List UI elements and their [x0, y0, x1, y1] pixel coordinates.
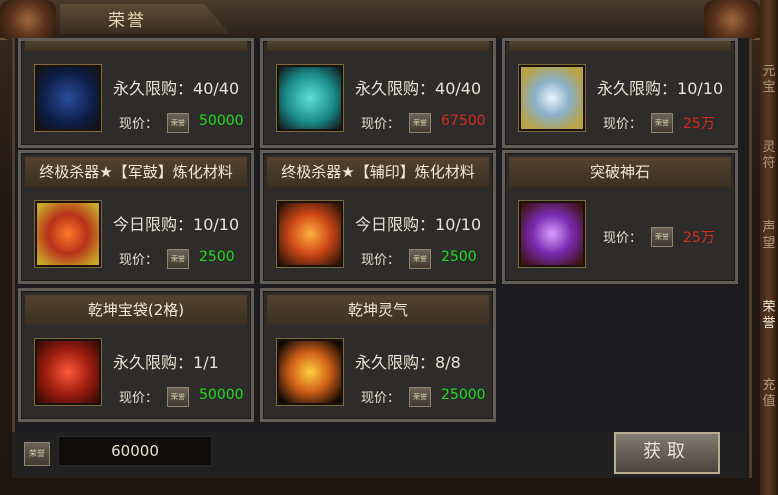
limit-text: 永久限购：1/1 [113, 353, 219, 372]
price-label: 现价： [603, 117, 643, 132]
price-label: 现价： [119, 253, 159, 268]
honor-coin-icon: 荣誉 [167, 387, 189, 407]
limit-text: 永久限购：8/8 [355, 353, 461, 372]
price-label: 现价： [361, 253, 401, 268]
side-tab-shengwang[interactable]: 声望 [760, 220, 778, 264]
honor-coin-icon: 荣誉 [167, 249, 189, 269]
card-header: 乾坤宝袋(2格) [25, 295, 247, 325]
item-card-breakthrough-stone[interactable]: 突破神石 现价： 荣誉 25万 [502, 150, 738, 284]
price-label: 现价： [119, 391, 159, 406]
limit-text: 永久限购：40/40 [355, 79, 482, 98]
honor-coin-icon: 荣誉 [409, 387, 431, 407]
limit-text: 今日限购：10/10 [113, 215, 240, 234]
honor-coin-icon: 荣誉 [651, 227, 673, 247]
limit-text: 今日限购：10/10 [355, 215, 482, 234]
card-header [25, 41, 247, 51]
item-card-crystal-crown[interactable]: 永久限购：10/10 现价： 荣誉 25万 [502, 38, 738, 148]
item-name: 乾坤宝袋(2格) [87, 300, 185, 319]
dragon-ornament-left [0, 0, 56, 40]
item-name: 突破神石 [589, 162, 650, 181]
honor-coin-icon: 荣誉 [167, 113, 189, 133]
item-name: 终极杀器★【辅印】炼化材料 [281, 162, 475, 181]
side-tab-rongyu[interactable]: 荣誉 [760, 300, 778, 344]
price-label: 现价： [361, 117, 401, 132]
limit-text: 永久限购：40/40 [113, 79, 240, 98]
side-tab-lingfu[interactable]: 灵符 [760, 140, 778, 184]
item-card-blue-gem[interactable]: 永久限购：40/40 现价： 荣誉 50000 [18, 38, 254, 148]
card-header: 终极杀器★【辅印】炼化材料 [267, 157, 489, 187]
card-header: 乾坤灵气 [267, 295, 489, 325]
price-label: 现价： [119, 117, 159, 132]
red-crystal-icon[interactable] [35, 201, 101, 267]
honor-balance: 60000 [58, 436, 212, 466]
side-tab-chongzhi[interactable]: 充值 [760, 378, 778, 422]
item-card-seal-material[interactable]: 终极杀器★【辅印】炼化材料 今日限购：10/10 现价： 荣誉 2500 [260, 150, 496, 284]
honor-coin-icon: 荣誉 [409, 113, 431, 133]
item-card-qiankun-bag[interactable]: 乾坤宝袋(2格) 永久限购：1/1 现价： 荣誉 50000 [18, 288, 254, 422]
price-value: 50000 [199, 113, 244, 129]
item-name: 终极杀器★【军鼓】炼化材料 [39, 162, 233, 181]
crystal-crown-icon[interactable] [519, 65, 585, 131]
price-value: 2500 [441, 249, 477, 265]
card-header: 突破神石 [509, 157, 731, 187]
price-value: 25万 [683, 116, 715, 132]
fire-orb-icon[interactable] [277, 201, 343, 267]
item-name: 乾坤灵气 [347, 300, 408, 319]
get-button[interactable]: 获取 [614, 432, 720, 474]
honor-coin-icon: 荣誉 [409, 249, 431, 269]
price-value: 25000 [441, 387, 486, 403]
blue-gem-icon[interactable] [35, 65, 101, 131]
price-value: 50000 [199, 387, 244, 403]
qiankun-bag-icon[interactable] [35, 339, 101, 405]
price-value: 25万 [683, 230, 715, 246]
limit-text: 永久限购：10/10 [597, 79, 724, 98]
price-label: 现价： [361, 391, 401, 406]
window-title: 荣誉 [108, 11, 146, 31]
item-card-war-drum-material[interactable]: 终极杀器★【军鼓】炼化材料 今日限购：10/10 现价： 荣誉 2500 [18, 150, 254, 284]
price-value: 2500 [199, 249, 235, 265]
price-value: 67500 [441, 113, 486, 129]
dragon-ornament-right [704, 0, 760, 40]
item-card-qiankun-qi[interactable]: 乾坤灵气 永久限购：8/8 现价： 荣誉 25000 [260, 288, 496, 422]
side-tab-yuanbao[interactable]: 元宝 [760, 64, 778, 112]
item-card-teal-gem[interactable]: 永久限购：40/40 现价： 荣誉 67500 [260, 38, 496, 148]
honor-coin-icon: 荣誉 [651, 113, 673, 133]
purple-orb-icon[interactable] [519, 201, 585, 267]
honor-currency-icon: 荣誉 [24, 442, 50, 466]
card-header [267, 41, 489, 51]
card-header [509, 41, 731, 51]
card-header: 终极杀器★【军鼓】炼化材料 [25, 157, 247, 187]
teal-gem-icon[interactable] [277, 65, 343, 131]
golden-flame-icon[interactable] [277, 339, 343, 405]
price-label: 现价： [603, 231, 643, 246]
